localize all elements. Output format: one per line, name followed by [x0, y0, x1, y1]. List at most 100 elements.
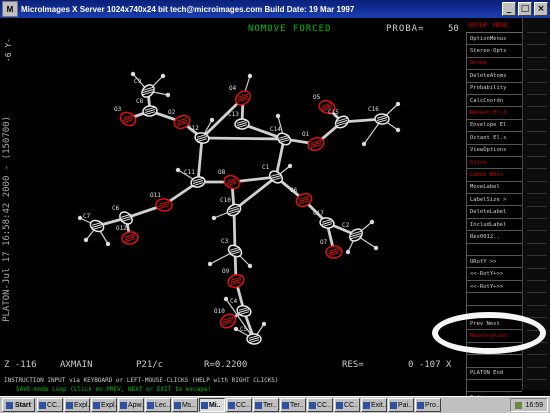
space-group: P21/c — [136, 360, 164, 370]
taskbar-item-label: Lec.. — [154, 401, 171, 409]
atom-label: O11 — [150, 192, 161, 199]
atom — [160, 73, 166, 79]
hydrogen-atom — [175, 167, 181, 173]
taskbar-item[interactable]: Expl.. — [90, 398, 117, 412]
taskbar-item[interactable]: CC.. — [333, 398, 360, 412]
app-icon — [308, 401, 316, 409]
taskbar-item-label: CC.. — [235, 401, 250, 409]
hydrogen-atom — [160, 73, 166, 79]
minimize-button[interactable]: _ — [502, 2, 516, 16]
taskbar-item-label: Expl.. — [73, 401, 90, 409]
hydrogen-atom — [345, 249, 351, 255]
menu-item[interactable]: Ortep — [466, 57, 522, 71]
taskbar-item[interactable]: Lec.. — [144, 398, 171, 412]
hydrogen-atom — [233, 326, 239, 332]
app-icon — [389, 401, 397, 409]
menu-item[interactable]: MoveLabel — [466, 181, 522, 195]
taskbar-item[interactable]: Exit.. — [360, 398, 387, 412]
taskbar-item-label: Ter.. — [289, 401, 304, 409]
strip-divider — [527, 143, 547, 145]
menu-item[interactable]: PLATON End — [466, 367, 522, 380]
menu-item[interactable]: <<-RotY+>> — [466, 268, 522, 281]
hydrogen-atom — [223, 296, 229, 302]
axis-label: AXMAIN — [60, 360, 93, 370]
taskbar-item[interactable]: Ms.. — [171, 398, 198, 412]
hydrogen-atom — [165, 92, 171, 98]
menu-item[interactable]: Stereo Opts — [466, 45, 522, 58]
menu-item[interactable]: ViewOptions — [466, 144, 522, 157]
atom — [287, 163, 293, 169]
menu-item[interactable]: Label Rot+ — [466, 169, 522, 182]
taskbar-item[interactable]: Expl.. — [63, 398, 90, 412]
taskbar-item-label: Expl.. — [100, 401, 117, 409]
strip-divider — [527, 44, 547, 46]
hydrogen-atom — [261, 321, 267, 327]
atom-label: C3 — [221, 238, 229, 245]
atom-label: O4 — [229, 85, 237, 92]
menu-item[interactable]: Envelope El — [466, 119, 522, 133]
app-icon — [65, 401, 73, 409]
taskbar-item[interactable]: Pai.. — [387, 398, 414, 412]
taskbar-item[interactable]: Ter.. — [279, 398, 306, 412]
menu-item[interactable]: DeleteAtoms — [466, 70, 522, 83]
strip-divider — [527, 131, 547, 133]
menu-header: ORTEP MENU — [466, 18, 522, 33]
menu-item[interactable]: Color — [466, 156, 522, 170]
hydrogen-atom — [361, 141, 367, 147]
menu-item[interactable]: CalcCoordn — [466, 94, 522, 108]
bond — [196, 137, 204, 183]
taskbar-item-label: Mi.. — [208, 401, 221, 409]
taskbar-item[interactable]: Mi.. — [198, 398, 225, 412]
app-icon — [281, 401, 289, 409]
menu-item[interactable]: ORotY >> — [466, 256, 522, 269]
menu-item[interactable]: Return El.d — [466, 107, 522, 120]
menu-item[interactable]: Probability — [466, 82, 522, 95]
menu-item[interactable]: Octant El.s — [466, 132, 522, 145]
atom-label: C8 — [136, 98, 144, 105]
app-icon — [362, 401, 370, 409]
taskbar-item[interactable]: CC.. — [306, 398, 333, 412]
app-icon — [335, 401, 343, 409]
highlight-ellipse — [432, 312, 546, 354]
menu-item[interactable]: LabelSize > — [466, 194, 522, 207]
hydrogen-atom — [247, 73, 253, 79]
close-button[interactable]: × — [534, 2, 548, 16]
app-icon — [92, 401, 100, 409]
platon-stamp: PLATON-Jul 17 16:58:42 2000 - (150700) — [2, 116, 12, 322]
hydrogen-atom — [395, 101, 401, 107]
app-icon — [146, 401, 154, 409]
atom — [130, 71, 136, 77]
tray-icon — [515, 401, 523, 409]
menu-item[interactable]: OptionMenus — [466, 33, 522, 46]
menu-item[interactable]: Res0012.. — [466, 231, 522, 244]
taskbar-item-label: CC.. — [46, 401, 61, 409]
atom — [233, 326, 239, 332]
app-icon — [119, 401, 127, 409]
scale-label: -6 Y- — [4, 38, 13, 63]
loop-hint-line: SAVE-mode Loop (Click on PREV, NEXT or E… — [16, 386, 212, 393]
atom: O8 — [218, 169, 241, 190]
taskbar-item-label: Pro.. — [424, 401, 440, 409]
atom-label: O3 — [114, 106, 122, 113]
taskbar-item[interactable]: CC.. — [225, 398, 252, 412]
status-row: Z -116 AXMAIN P21/c R=0.2200 RES= 0 -107… — [0, 358, 466, 372]
start-button[interactable]: Start — [2, 398, 35, 412]
taskbar-item[interactable]: Apw.. — [117, 398, 144, 412]
start-label: Start — [15, 401, 31, 409]
taskbar-item[interactable]: Pro.. — [414, 398, 441, 412]
menu-item[interactable]: <<-RotY+>> — [466, 280, 522, 294]
menu-item[interactable]: IncludLabel — [466, 218, 522, 232]
app-icon — [38, 401, 46, 409]
graphics-view[interactable]: C9 C8 O3 O2 C12 O4 C13 C14 O1 O5 C15 C16 C1 C11 O8 C10 O… — [0, 18, 466, 372]
taskbar: Start CC.. Expl.. Expl.. Apw.. Lec.. Ms.. Mi..… — [0, 396, 550, 413]
strip-divider — [527, 156, 547, 157]
taskbar-item[interactable]: Ter.. — [252, 398, 279, 412]
menu-item[interactable]: DeleteLabel — [466, 206, 522, 219]
atom-label: O12 — [116, 225, 127, 232]
maximize-button[interactable]: □ — [518, 2, 532, 16]
atom — [175, 167, 181, 173]
menu-item — [466, 379, 522, 393]
taskbar-item[interactable]: CC.. — [36, 398, 63, 412]
atom-label: O2 — [168, 109, 176, 116]
atom — [209, 117, 215, 123]
